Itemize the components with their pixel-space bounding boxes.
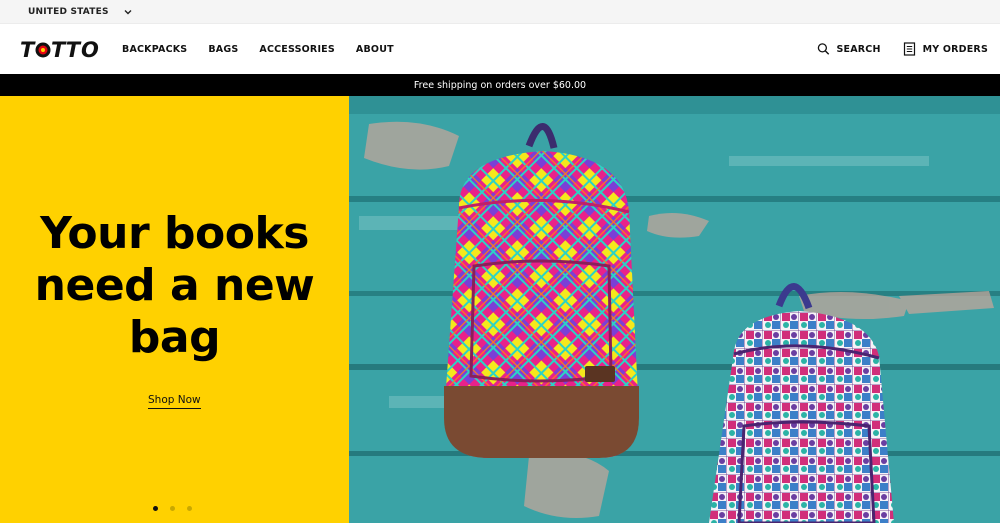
site-header: T TT O BACKPACKS BAGS ACCESSORIES ABOUT … (0, 24, 1000, 74)
carousel-dot-3[interactable] (187, 506, 192, 511)
chevron-down-icon (124, 10, 132, 15)
my-orders-label: MY ORDERS (922, 43, 988, 55)
nav-bags[interactable]: BAGS (208, 44, 238, 55)
region-label: UNITED STATES (28, 7, 109, 17)
hero-carousel: Your books need a new bag Shop Now (0, 96, 1000, 523)
headline-line: need a new (34, 260, 315, 311)
header-actions: SEARCH MY ORDERS (817, 24, 989, 74)
headline-line: Your books (40, 208, 309, 259)
carousel-dot-1[interactable] (153, 506, 158, 511)
my-orders-button[interactable]: MY ORDERS (903, 42, 988, 56)
carousel-dot-2[interactable] (170, 506, 175, 511)
main-nav: BACKPACKS BAGS ACCESSORIES ABOUT (122, 24, 415, 74)
shop-now-link[interactable]: Shop Now (148, 394, 201, 409)
nav-backpacks[interactable]: BACKPACKS (122, 44, 187, 55)
search-label: SEARCH (836, 43, 881, 55)
top-bar: UNITED STATES (0, 0, 1000, 24)
promo-banner: Free shipping on orders over $60.00 (0, 74, 1000, 96)
hero-headline: Your books need a new bag (0, 208, 349, 364)
search-button[interactable]: SEARCH (817, 42, 881, 56)
totto-logo[interactable]: T TT O (20, 36, 102, 62)
search-icon (817, 43, 829, 55)
nav-about[interactable]: ABOUT (356, 44, 394, 55)
svg-text:T: T (20, 38, 36, 62)
hero-text-panel: Your books need a new bag Shop Now (0, 96, 349, 523)
headline-line: bag (128, 312, 221, 363)
region-selector[interactable]: UNITED STATES (28, 0, 133, 24)
carousel-dots (153, 506, 192, 511)
svg-text:TT: TT (51, 38, 82, 62)
promo-text: Free shipping on orders over $60.00 (413, 79, 587, 91)
hero-image (349, 96, 1000, 523)
orders-icon (903, 42, 915, 56)
svg-text:O: O (81, 38, 99, 62)
nav-accessories[interactable]: ACCESSORIES (259, 44, 335, 55)
